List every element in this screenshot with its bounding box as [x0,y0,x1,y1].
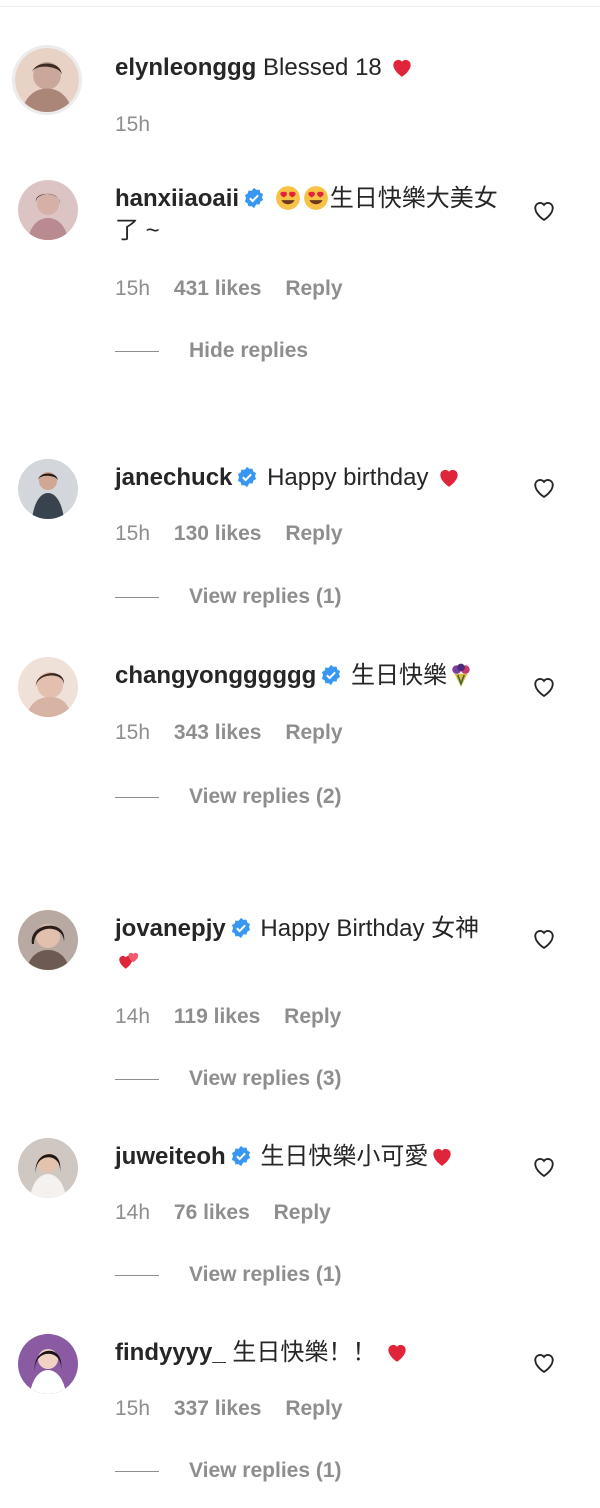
comment-username[interactable]: elynleonggg [115,54,256,81]
comment-text: findyyyy_ 生日快樂！！ [115,1337,505,1369]
comment-text: hanxiiaoaii 生日快樂大美女了 ~ [115,183,505,247]
comment-meta: 15h 431 likes Reply [115,276,361,302]
comment-time[interactable]: 14h [115,1005,150,1028]
comment-likes[interactable]: 76 likes [174,1201,250,1224]
comment-body: Happy Birthday 女神 [260,915,480,942]
view-replies-button[interactable]: View replies (1) [115,1458,342,1484]
verified-badge-icon [244,187,264,209]
reply-button[interactable]: Reply [274,1201,331,1224]
replies-label: View replies (1) [189,585,342,608]
like-heart-icon[interactable] [530,473,558,501]
red-heart-emoji-icon [388,1344,406,1362]
replies-divider [115,1470,159,1472]
avatar[interactable] [18,459,78,519]
heart-eyes-emoji-icon [303,186,328,210]
comment-meta: 15h 343 likes Reply [115,720,361,746]
reply-button[interactable]: Reply [285,1397,342,1420]
comment-body: Blessed 18 [263,54,382,81]
comment-body: 生日快樂！！ [232,1339,377,1366]
like-heart-icon[interactable] [530,924,558,952]
replies-divider [115,1274,159,1276]
comment-likes[interactable]: 119 likes [174,1005,260,1028]
verified-badge-icon [238,466,257,488]
view-replies-button[interactable]: View replies (3) [115,1066,342,1092]
replies-divider [115,1078,159,1080]
replies-divider [115,596,159,598]
comment-time[interactable]: 15h [115,1397,150,1420]
comment-body: 生日快樂小可愛 [260,1143,429,1170]
comment-text: janechuck Happy birthday [115,462,505,494]
comment-username[interactable]: jovanepjy [115,915,226,942]
replies-label: View replies (1) [189,1459,342,1482]
avatar[interactable] [18,1334,78,1394]
comment-meta: 15h 337 likes Reply [115,1396,361,1422]
replies-label: View replies (1) [189,1263,342,1286]
bouquet-emoji-icon [452,663,470,687]
comment-likes[interactable]: 343 likes [174,721,262,744]
comment-username[interactable]: findyyyy_ [115,1339,226,1366]
two-hearts-emoji-icon [119,952,139,969]
comment-time[interactable]: 15h [115,522,150,545]
red-heart-emoji-icon [393,59,412,77]
comment-username[interactable]: juweiteoh [115,1143,226,1170]
view-replies-button[interactable]: View replies (1) [115,584,342,610]
avatar[interactable] [12,45,82,115]
verified-badge-icon [322,664,341,686]
reply-button[interactable]: Reply [284,1005,341,1028]
avatar[interactable] [18,657,78,717]
avatar[interactable] [18,1138,78,1198]
replies-divider [115,796,159,798]
reply-button[interactable]: Reply [285,277,342,300]
comment-likes[interactable]: 431 likes [174,277,262,300]
top-divider [0,6,600,7]
verified-badge-icon [231,1145,250,1167]
comment-meta: 14h 119 likes Reply [115,1004,359,1030]
view-replies-button[interactable]: View replies (1) [115,1262,342,1288]
comment-text: changyongggggg 生日快樂 [115,660,505,692]
comment-body: 生日快樂 [350,662,447,689]
red-heart-emoji-icon [440,469,458,487]
comment-meta: 14h 76 likes Reply [115,1200,349,1226]
red-heart-emoji-icon [433,1148,452,1166]
comment-time[interactable]: 15h [115,277,150,300]
comment-username[interactable]: changyongggggg [115,662,316,689]
comment-username[interactable]: hanxiiaoaii [115,185,239,212]
like-heart-icon[interactable] [530,1152,558,1180]
replies-label: View replies (3) [189,1067,342,1090]
heart-eyes-emoji-icon [275,186,300,210]
hide-replies-button[interactable]: Hide replies [115,338,308,364]
replies-label: Hide replies [189,339,309,362]
like-heart-icon[interactable] [530,196,558,224]
comment-text: elynleonggg Blessed 18 [115,52,505,84]
comment-meta: 15h [115,112,168,138]
comment-meta: 15h 130 likes Reply [115,521,361,547]
verified-badge-icon [231,917,250,939]
like-heart-icon[interactable] [530,672,558,700]
comment-time[interactable]: 14h [115,1201,150,1224]
comment-likes[interactable]: 130 likes [174,522,262,545]
reply-button[interactable]: Reply [285,522,342,545]
comment-body: Happy birthday [267,464,429,491]
avatar[interactable] [18,180,78,240]
like-heart-icon[interactable] [530,1348,558,1376]
replies-label: View replies (2) [189,785,342,808]
replies-divider [115,350,159,352]
comment-text: jovanepjy Happy Birthday 女神 [115,913,505,977]
comment-time[interactable]: 15h [115,721,150,744]
view-replies-button[interactable]: View replies (2) [115,784,342,810]
avatar[interactable] [18,910,78,970]
comment-username[interactable]: janechuck [115,464,232,491]
comment-likes[interactable]: 337 likes [174,1397,262,1420]
comment-time[interactable]: 15h [115,113,150,136]
comment-text: juweiteoh 生日快樂小可愛 [115,1141,505,1173]
reply-button[interactable]: Reply [285,721,342,744]
